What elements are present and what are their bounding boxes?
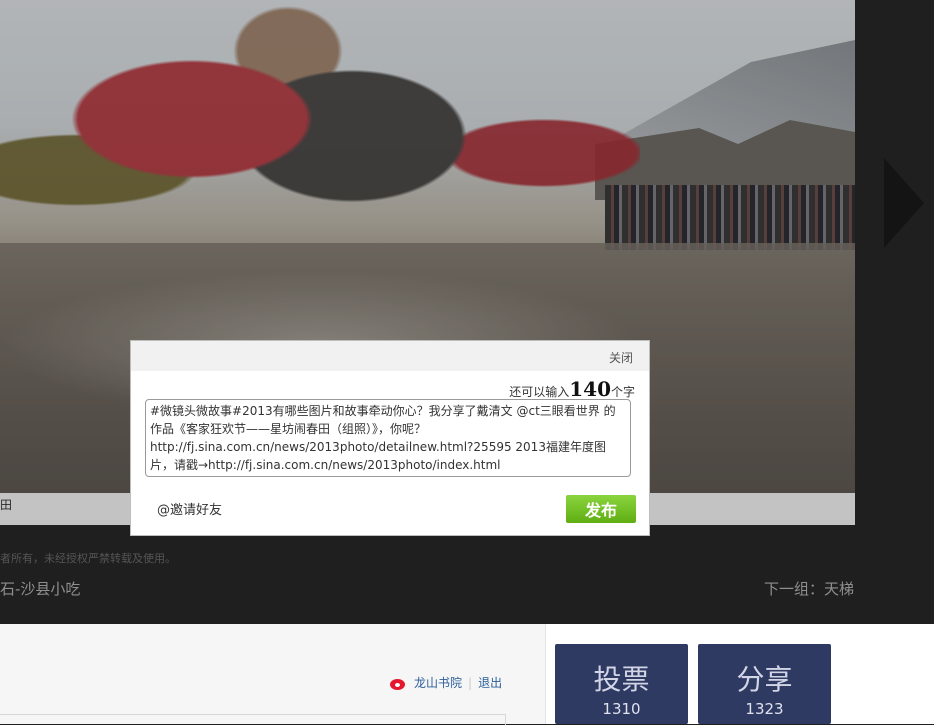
publish-button[interactable]: 发布: [566, 495, 636, 523]
share-dialog: 关闭 还可以输入140个字 #微镜头微故事#2013有哪些图片和故事牵动你心？我…: [130, 340, 650, 536]
vote-label: 投票: [593, 663, 650, 696]
invite-friends-link[interactable]: @邀请好友: [157, 499, 222, 518]
prev-group-link[interactable]: 石-沙县小吃: [0, 578, 80, 599]
share-text-input[interactable]: #微镜头微故事#2013有哪些图片和故事牵动你心？我分享了戴清文 @ct三眼看世…: [145, 399, 631, 477]
vote-count: 1310: [602, 700, 641, 718]
counter-remaining: 140: [569, 377, 611, 401]
next-group-link[interactable]: 下一组：天梯: [764, 578, 854, 599]
share-label: 分享: [736, 663, 793, 696]
bottom-section: 龙山书院 | 退出 投票 1310 分享 1323: [0, 624, 934, 725]
weibo-icon: [390, 676, 408, 690]
counter-suffix: 个字: [610, 385, 635, 399]
weibo-username[interactable]: 龙山书院: [414, 674, 462, 691]
separator: |: [468, 675, 473, 690]
vote-button[interactable]: 投票 1310: [555, 644, 688, 724]
counter-prefix: 还可以输入: [509, 385, 570, 399]
comment-area: 龙山书院 | 退出: [0, 624, 546, 725]
weibo-user-bar: 龙山书院 | 退出: [390, 674, 502, 691]
share-count: 1323: [745, 700, 784, 718]
copyright-notice: 者所有，未经授权严禁转载及使用。: [0, 552, 176, 565]
comment-input-box[interactable]: [0, 714, 506, 725]
dialog-header: 关闭: [131, 341, 649, 371]
logout-link[interactable]: 退出: [478, 674, 502, 691]
next-photo-arrow-icon[interactable]: [884, 158, 934, 248]
char-counter: 还可以输入140个字: [509, 377, 635, 401]
close-button[interactable]: 关闭: [609, 349, 633, 366]
share-button[interactable]: 分享 1323: [698, 644, 831, 724]
